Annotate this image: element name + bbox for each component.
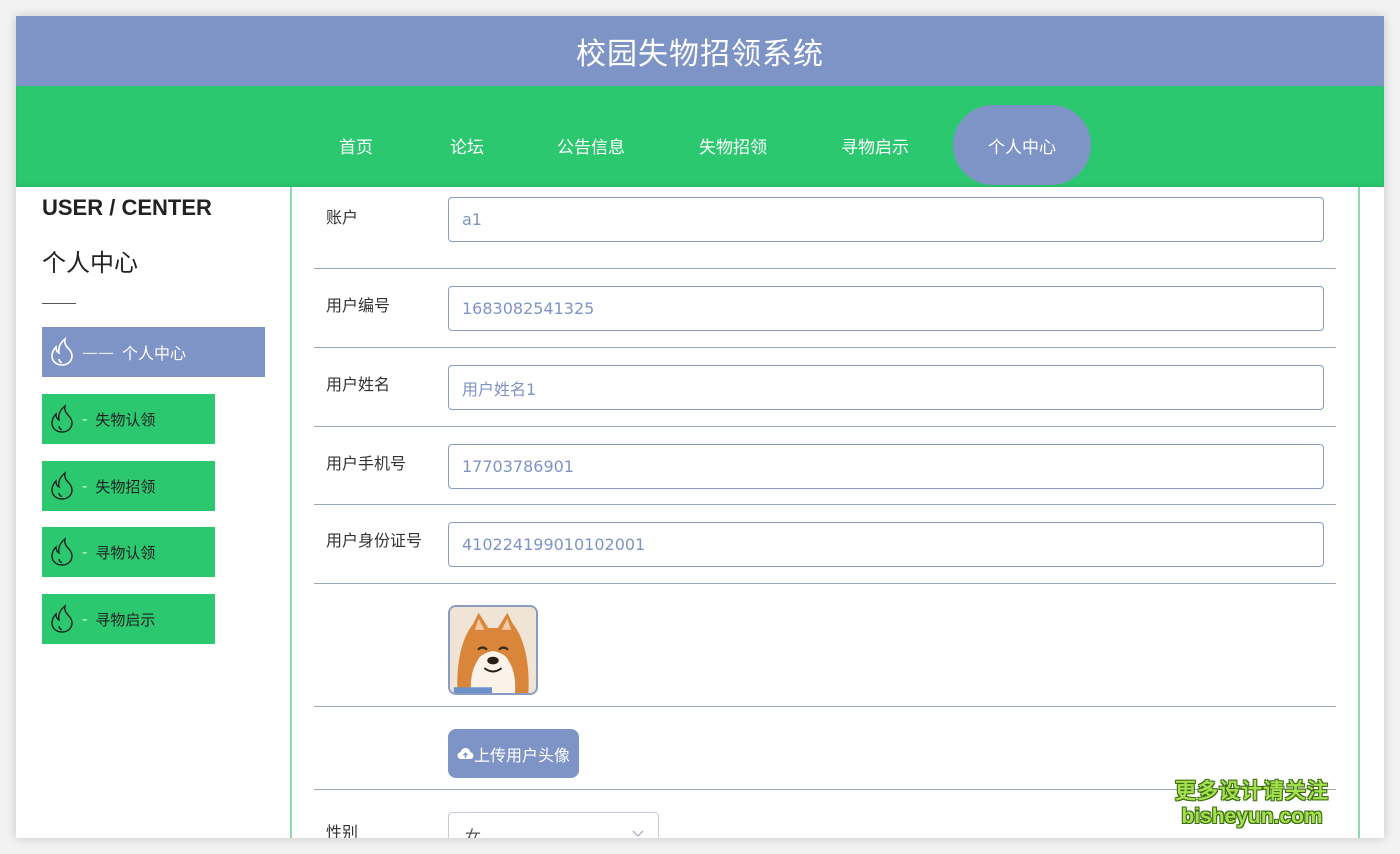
form-row-user-name: 用户姓名 用户姓名1 <box>314 348 1336 427</box>
flame-icon <box>51 471 73 500</box>
sidebar-item-label: 寻物启示 <box>95 610 156 629</box>
form-row-account: 账户 a1 <box>314 187 1336 269</box>
sidebar-divider <box>42 303 76 304</box>
sidebar-item-lost-found[interactable]: - 失物招领 <box>42 461 215 511</box>
nav-item-forum[interactable]: 论坛 <box>428 105 506 185</box>
account-input[interactable]: a1 <box>448 197 1324 242</box>
menu-dash: - <box>82 410 88 428</box>
sidebar-item-label: 失物认领 <box>95 410 156 429</box>
cloud-upload-icon <box>457 747 474 759</box>
sidebar: USER / CENTER 个人中心 —— 个人中心 - 失物认领 - 失物招领… <box>16 187 286 838</box>
menu-dash: - <box>82 610 88 628</box>
user-name-input[interactable]: 用户姓名1 <box>448 365 1324 410</box>
nav-item-user-center[interactable]: 个人中心 <box>953 105 1091 185</box>
site-title: 校园失物招领系统 <box>576 37 824 72</box>
main-nav: 首页 论坛 公告信息 失物招领 寻物启示 个人中心 <box>16 86 1384 187</box>
id-card-input[interactable]: 410224199010102001 <box>448 522 1324 567</box>
user-avatar <box>448 605 538 695</box>
menu-dash: —— <box>82 342 114 362</box>
field-label: 用户姓名 <box>326 375 391 394</box>
form-row-user-id: 用户编号 1683082541325 <box>314 269 1336 348</box>
flame-icon <box>51 537 73 566</box>
field-label: 性别 <box>326 823 359 838</box>
menu-dash: - <box>82 477 88 495</box>
chevron-down-icon <box>632 830 644 837</box>
field-label: 用户手机号 <box>326 454 407 473</box>
sidebar-item-label: 失物招领 <box>95 477 156 496</box>
sidebar-item-user-center[interactable]: —— 个人中心 <box>42 327 265 377</box>
gender-select-value: 女 <box>465 827 482 838</box>
menu-dash: - <box>82 543 88 561</box>
field-label: 用户身份证号 <box>326 531 423 550</box>
nav-item-announcements[interactable]: 公告信息 <box>546 105 636 185</box>
nav-item-lost-found[interactable]: 失物招领 <box>688 105 778 185</box>
sidebar-title-cn: 个人中心 <box>42 249 138 277</box>
watermark-logo: 更多设计请关注 bisheyun.com <box>1175 779 1329 828</box>
sidebar-item-label: 个人中心 <box>122 344 187 363</box>
upload-avatar-button[interactable]: 上传用户头像 <box>448 729 579 778</box>
form-row-phone: 用户手机号 17703786901 <box>314 427 1336 505</box>
gender-select[interactable]: 女 <box>448 812 659 838</box>
sidebar-title-en: USER / CENTER <box>42 195 212 220</box>
app-window: 校园失物招领系统 首页 论坛 公告信息 失物招领 寻物启示 个人中心 USER … <box>16 16 1384 838</box>
nav-item-search-notice[interactable]: 寻物启示 <box>830 105 920 185</box>
sidebar-item-search-notice[interactable]: - 寻物启示 <box>42 594 215 644</box>
form-row-id-card: 用户身份证号 410224199010102001 <box>314 505 1336 584</box>
form-row-avatar <box>314 584 1336 707</box>
phone-input[interactable]: 17703786901 <box>448 444 1324 489</box>
flame-icon <box>51 337 73 366</box>
upload-button-label: 上传用户头像 <box>473 745 570 765</box>
field-label: 账户 <box>326 208 359 227</box>
site-header: 校园失物招领系统 <box>16 16 1384 86</box>
sidebar-item-search-claim[interactable]: - 寻物认领 <box>42 527 215 577</box>
sidebar-item-lost-claim[interactable]: - 失物认领 <box>42 394 215 444</box>
flame-icon <box>51 604 73 633</box>
flame-icon <box>51 404 73 433</box>
nav-item-home[interactable]: 首页 <box>317 105 395 185</box>
sidebar-item-label: 寻物认领 <box>95 543 156 562</box>
field-label: 用户编号 <box>326 296 391 315</box>
profile-form: 账户 a1 用户编号 1683082541325 用户姓名 用户姓名1 用户手机… <box>290 187 1360 838</box>
user-id-input[interactable]: 1683082541325 <box>448 286 1324 331</box>
